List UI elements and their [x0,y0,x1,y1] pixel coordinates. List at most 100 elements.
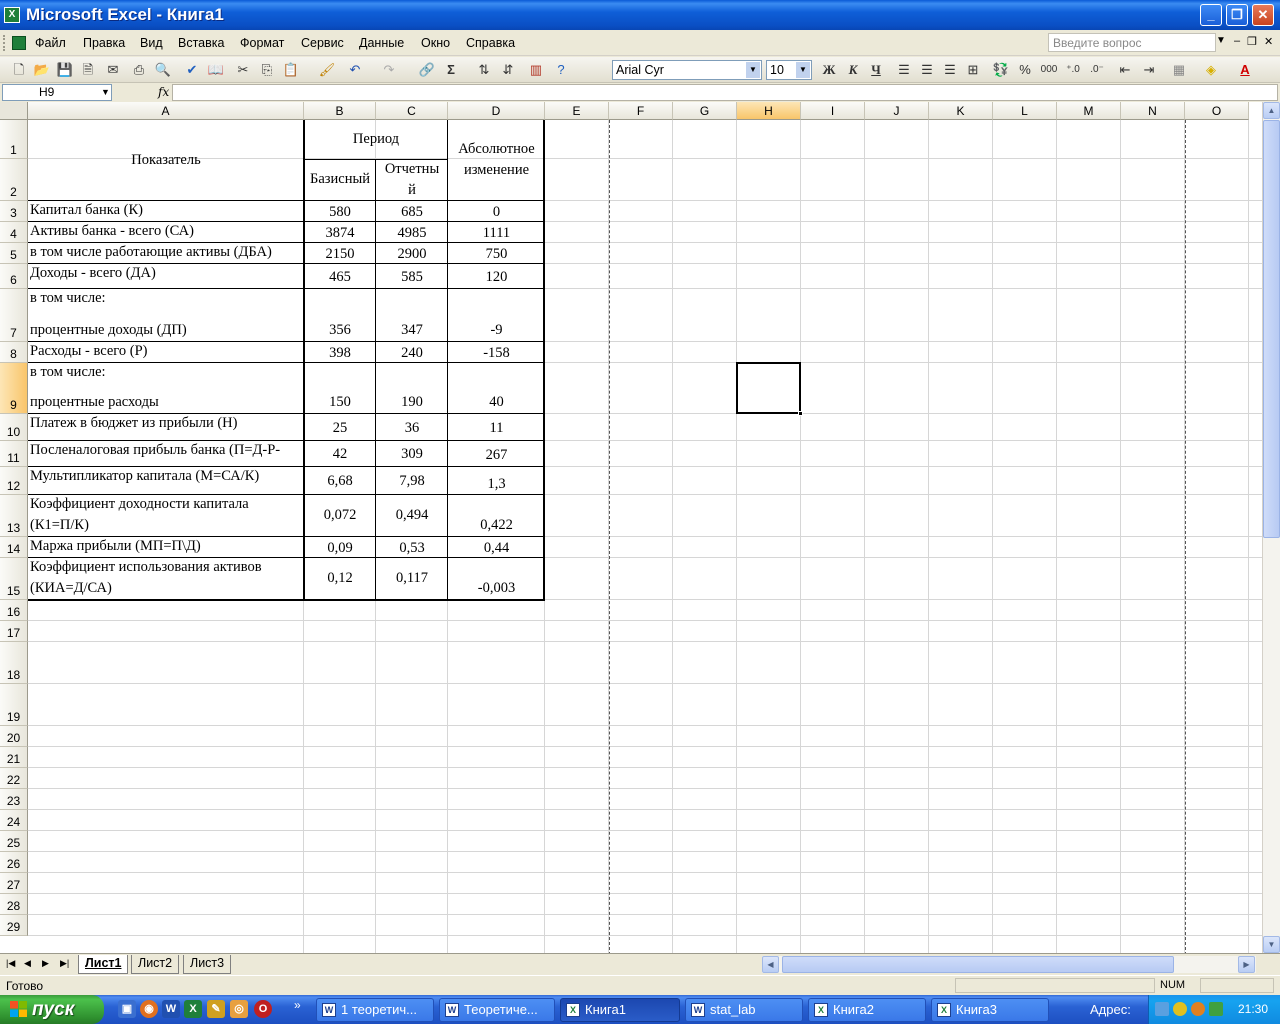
scroll-down-icon[interactable]: ▼ [1263,936,1280,953]
sheet-tab-1[interactable]: Лист1 [78,955,129,974]
menu-help[interactable]: Справка [466,36,515,50]
desktop-icon[interactable]: ▣ [118,1000,136,1018]
row-header-19[interactable]: 19 [0,684,28,726]
doc-close-icon[interactable]: ✕ [1264,35,1273,48]
column-header-j[interactable]: J [865,102,929,120]
minimize-button[interactable]: _ [1200,4,1222,26]
column-header-f[interactable]: F [609,102,673,120]
workbook-icon[interactable] [12,36,26,50]
row-header-20[interactable]: 20 [0,726,28,747]
column-header-b[interactable]: B [304,102,376,120]
font-color-icon[interactable]: A [1236,61,1254,79]
row-header-1[interactable]: 1 [0,120,28,159]
task-item-active[interactable]: X Книга1 [560,998,680,1022]
vertical-scroll-thumb[interactable] [1263,120,1280,538]
menu-edit[interactable]: Правка [83,36,125,50]
task-item[interactable]: Wstat_lab [685,998,803,1022]
row-header-8[interactable]: 8 [0,342,28,363]
open-icon[interactable]: 📂 [33,61,51,79]
row-header-23[interactable]: 23 [0,789,28,810]
row-header-27[interactable]: 27 [0,873,28,894]
row-header-18[interactable]: 18 [0,642,28,684]
row-header-12[interactable]: 12 [0,467,28,495]
align-right-icon[interactable]: ☰ [941,61,959,79]
last-sheet-icon[interactable]: ▶| [60,958,69,969]
currency-icon[interactable]: 💱 [992,61,1010,79]
network-icon[interactable] [1155,1002,1169,1016]
row-header-11[interactable]: 11 [0,441,28,467]
scroll-left-icon[interactable]: ◀ [762,956,779,973]
task-item[interactable]: W Теоретиче... [439,998,555,1022]
underline-button[interactable]: Ч [867,61,885,79]
cut-icon[interactable]: ✂ [234,61,252,79]
font-name-select[interactable]: Arial Cyr ▼ [612,60,762,80]
row-header-22[interactable]: 22 [0,768,28,789]
column-header-a[interactable]: A [28,102,304,120]
menu-view[interactable]: Вид [140,36,163,50]
merge-center-icon[interactable]: ⊞ [964,61,982,79]
tool-icon[interactable]: ✎ [207,1000,225,1018]
bold-button[interactable]: Ж [820,61,838,79]
row-header-24[interactable]: 24 [0,810,28,831]
increase-decimal-icon[interactable]: ⁺.0 [1064,61,1082,79]
menu-tools[interactable]: Сервис [301,36,344,50]
menu-file[interactable]: Файл [35,36,66,50]
start-button[interactable]: пуск [0,995,104,1024]
sheet-tab-2[interactable]: Лист2 [131,955,180,974]
print-preview-icon[interactable]: 🔍 [154,61,172,79]
column-header-k[interactable]: K [929,102,993,120]
column-header-g[interactable]: G [673,102,737,120]
opera-icon[interactable]: O [254,1000,272,1018]
row-header-3[interactable]: 3 [0,201,28,222]
save-icon[interactable]: 💾 [56,61,74,79]
scroll-up-icon[interactable]: ▲ [1263,102,1280,119]
print-icon[interactable]: ⎙ [130,61,148,79]
formula-input[interactable] [172,84,1278,101]
column-header-h[interactable]: H [737,102,801,120]
browser-icon[interactable]: ◉ [140,1000,158,1018]
column-header-o[interactable]: O [1185,102,1249,120]
row-header-2[interactable]: 2 [0,159,28,201]
redo-icon[interactable]: ↷ [380,61,398,79]
task-item[interactable]: W 1 теоретич... [316,998,434,1022]
help-dropdown-icon[interactable]: ▼ [1216,35,1226,46]
maximize-button[interactable]: ❐ [1226,4,1248,26]
hyperlink-icon[interactable]: 🔗 [418,61,436,79]
column-header-d[interactable]: D [448,102,545,120]
row-header-14[interactable]: 14 [0,537,28,558]
column-header-l[interactable]: L [993,102,1057,120]
name-box[interactable]: H9 ▼ [2,84,112,101]
menu-data[interactable]: Данные [359,36,404,50]
paste-icon[interactable]: 📋 [282,61,300,79]
row-header-6[interactable]: 6 [0,264,28,289]
row-header-13[interactable]: 13 [0,495,28,537]
chart-wizard-icon[interactable]: ▥ [527,61,545,79]
prev-sheet-icon[interactable]: ◀ [24,958,31,969]
undo-icon[interactable]: ↶ [346,61,364,79]
spelling-icon[interactable]: ✔ [183,61,201,79]
tray-app-icon[interactable] [1191,1002,1205,1016]
tray-app-icon[interactable] [1209,1002,1223,1016]
align-center-icon[interactable]: ☰ [918,61,936,79]
row-header-10[interactable]: 10 [0,414,28,441]
menu-window[interactable]: Окно [421,36,450,50]
sort-descending-icon[interactable]: ⇵ [499,61,517,79]
row-header-26[interactable]: 26 [0,852,28,873]
row-header-28[interactable]: 28 [0,894,28,915]
menu-format[interactable]: Формат [240,36,284,50]
scroll-right-icon[interactable]: ▶ [1238,956,1255,973]
more-quicklaunch[interactable]: » [294,998,301,1012]
doc-minimize-icon[interactable]: – [1234,35,1240,47]
worksheet-grid[interactable]: A B C D E F G H I J K L M N O 1 2 3 4 5 6 7 8 9 10 11 12 13 14 15 16 17… [0,102,1262,953]
row-header-16[interactable]: 16 [0,600,28,621]
increase-indent-icon[interactable]: ⇥ [1140,61,1158,79]
help-icon[interactable]: ? [552,61,570,79]
permission-icon[interactable]: 🗎 [79,61,97,79]
column-header-c[interactable]: C [376,102,448,120]
row-header-15[interactable]: 15 [0,558,28,600]
column-header-i[interactable]: I [801,102,865,120]
column-header-n[interactable]: N [1121,102,1185,120]
format-painter-icon[interactable]: 🖌 [318,61,336,79]
row-header-9[interactable]: 9 [0,363,28,414]
column-header-e[interactable]: E [545,102,609,120]
